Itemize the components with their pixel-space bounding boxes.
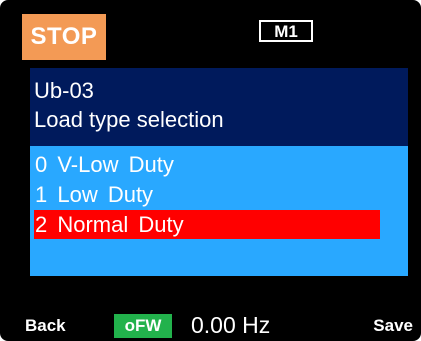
parameter-code: Ub-03: [34, 78, 94, 103]
parameter-header: Ub-03 Load type selection: [30, 68, 408, 146]
footer-bar: Back oFW 0.00 Hz Save: [0, 310, 421, 341]
save-button[interactable]: Save: [373, 310, 413, 341]
frequency-readout: 0.00 Hz: [191, 312, 271, 338]
option-v-low-duty[interactable]: 0 V-Low Duty: [34, 150, 174, 179]
drive-display-screen: STOP M1 Ub-03 Load type selection 0 V-Lo…: [0, 0, 421, 341]
parameter-title: Load type selection: [34, 107, 224, 132]
run-state-badge: STOP: [22, 14, 106, 60]
options-list: 0 V-Low Duty 1 Low Duty 2 Normal Duty: [30, 146, 408, 276]
direction-badge: oFW: [114, 314, 172, 338]
option-low-duty[interactable]: 1 Low Duty: [34, 180, 153, 209]
back-button[interactable]: Back: [25, 310, 66, 341]
mode-indicator: M1: [259, 20, 313, 42]
option-normal-duty[interactable]: 2 Normal Duty: [34, 210, 380, 239]
